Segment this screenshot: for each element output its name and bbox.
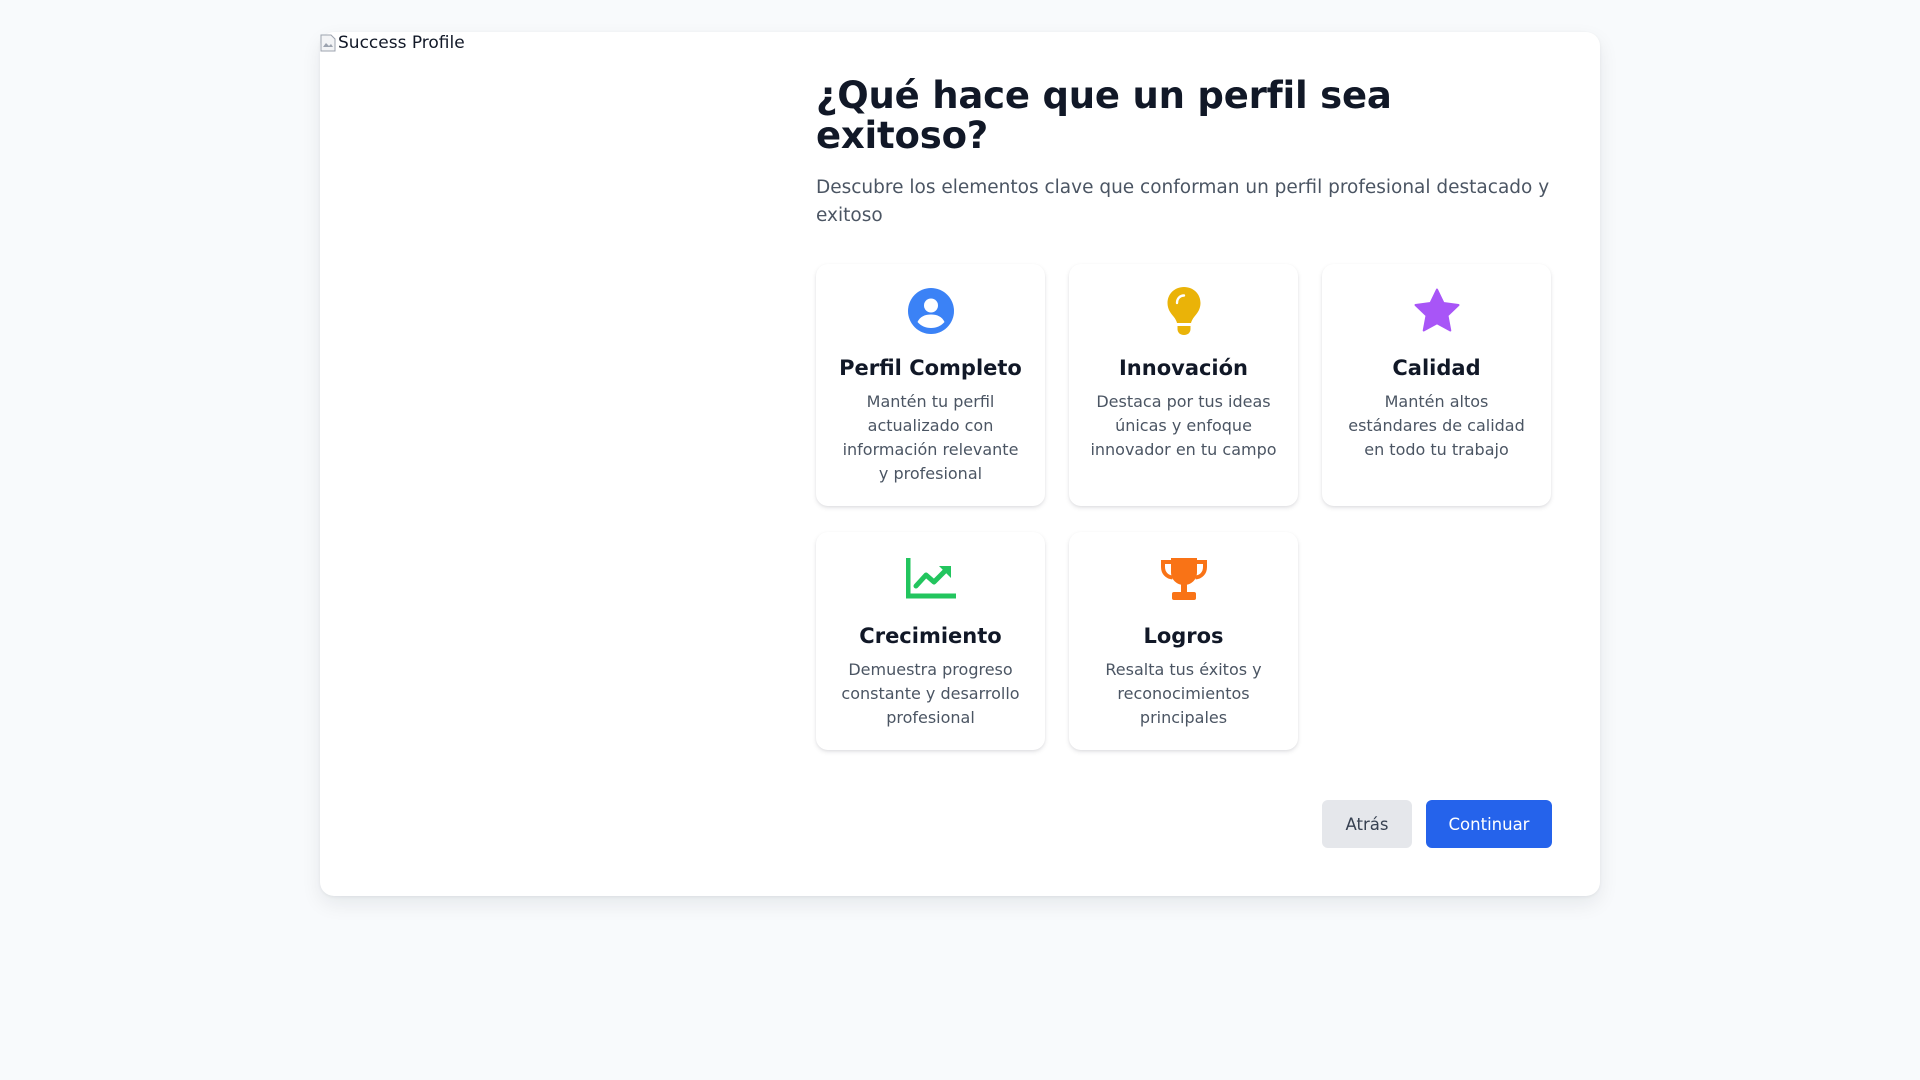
action-buttons: Atrás Continuar: [1322, 800, 1552, 848]
trophy-icon: [1089, 554, 1278, 604]
back-button[interactable]: Atrás: [1322, 800, 1412, 848]
card-description: Mantén tu perfil actualizado con informa…: [842, 392, 1019, 483]
card-calidad: Calidad Mantén altos estándares de calid…: [1322, 264, 1551, 506]
card-innovacion: Innovación Destaca por tus ideas únicas …: [1069, 264, 1298, 506]
card-crecimiento: Crecimiento Demuestra progreso constante…: [816, 532, 1045, 750]
card-title: Logros: [1143, 624, 1224, 648]
chart-line-icon: [836, 554, 1025, 604]
broken-image-icon: [320, 34, 336, 52]
success-profile-image: Success Profile: [320, 32, 465, 54]
card-logros: Logros Resalta tus éxitos y reconocimien…: [1069, 532, 1298, 750]
card-description: Resalta tus éxitos y reconocimientos pri…: [1105, 660, 1262, 727]
card-perfil-completo: Perfil Completo Mantén tu perfil actuali…: [816, 264, 1045, 506]
feature-cards: Perfil Completo Mantén tu perfil actuali…: [816, 264, 1552, 752]
card-description: Demuestra progreso constante y desarroll…: [841, 660, 1020, 727]
lightbulb-icon: [1089, 286, 1278, 336]
image-alt-text: Success Profile: [338, 33, 465, 53]
star-icon: [1342, 286, 1531, 336]
card-title: Innovación: [1118, 356, 1249, 380]
card-title: Perfil Completo: [839, 356, 1022, 380]
continue-button[interactable]: Continuar: [1426, 800, 1552, 848]
page-title: ¿Qué hace que un perfil sea exitoso?: [816, 74, 1392, 157]
card-description: Mantén altos estándares de calidad en to…: [1348, 392, 1525, 459]
profile-success-panel: Success Profile ¿Qué hace que un perfil …: [320, 32, 1600, 896]
card-title: Crecimiento: [859, 624, 1002, 648]
user-circle-icon: [836, 286, 1025, 336]
card-title: Calidad: [1392, 356, 1481, 380]
main-content: ¿Qué hace que un perfil sea exitoso? Des…: [816, 76, 1552, 752]
page-subtitle: Descubre los elementos clave que conform…: [816, 177, 1550, 226]
page: Success Profile ¿Qué hace que un perfil …: [0, 0, 1920, 1080]
card-description: Destaca por tus ideas únicas y enfoque i…: [1090, 392, 1277, 459]
